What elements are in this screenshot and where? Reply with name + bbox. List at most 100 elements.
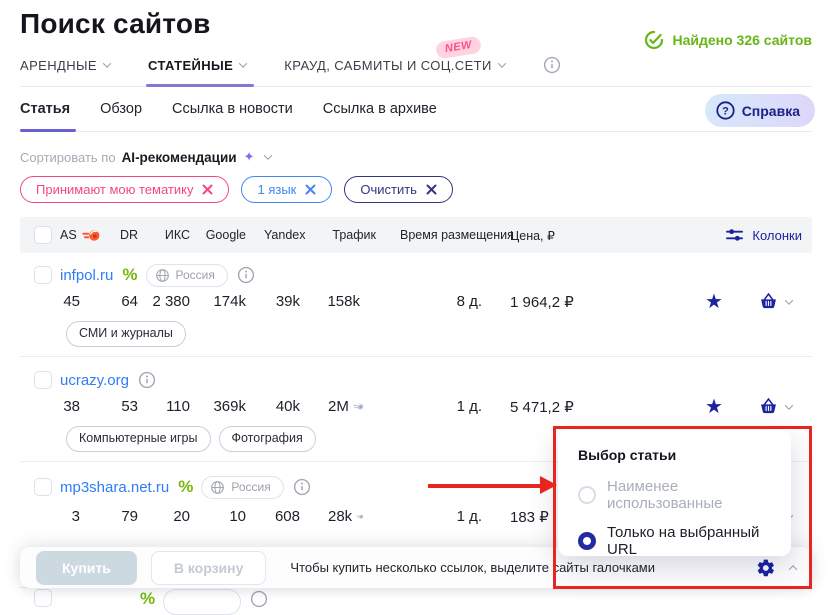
row-checkbox[interactable] — [34, 371, 52, 389]
accepts-topic-icon: % — [122, 265, 137, 285]
bulk-hint-text: Чтобы купить несколько ссылок, выделите … — [290, 560, 655, 575]
buy-button[interactable]: Купить — [36, 551, 137, 585]
annotation-arrow-head — [540, 476, 557, 494]
info-icon[interactable] — [138, 371, 156, 389]
geo-badge: Россия — [146, 264, 228, 287]
placement-time: 1 д. — [400, 398, 510, 415]
tab-kraud[interactable]: КРАУД, САБМИТЫ И СОЦ.СЕТИ NEW — [284, 56, 504, 74]
chevron-up-icon[interactable] — [789, 565, 797, 573]
yandex-value: 608 — [264, 508, 328, 525]
price-value: 5 471,2 ₽ — [510, 398, 606, 416]
globe-icon — [155, 268, 170, 283]
as-value: 38 — [60, 398, 110, 415]
col-dr[interactable]: DR — [110, 228, 152, 242]
add-to-cart-button[interactable] — [738, 291, 812, 312]
favorite-star-button[interactable]: ★ — [690, 397, 738, 417]
subtab-novosti[interactable]: Ссылка в новости — [172, 101, 293, 117]
iks-value: 110 — [152, 398, 204, 415]
tab-arendnye[interactable]: АРЕНДНЫЕ — [20, 56, 110, 74]
info-icon[interactable] — [250, 590, 268, 608]
add-to-cart-bar-button[interactable]: В корзину — [151, 551, 267, 585]
col-price[interactable]: Цена, ₽ — [510, 228, 606, 243]
filter-chip-language[interactable]: 1 язык — [241, 176, 332, 203]
category-tag: Компьютерные игры — [66, 426, 211, 452]
table-header: AS DR ИКС Google Yandex Трафик Время раз… — [20, 217, 812, 253]
svg-text:?: ? — [722, 105, 729, 117]
google-value: 174k — [204, 293, 264, 310]
traffic-value: 158k — [327, 293, 360, 310]
filter-chips: Принимают мою тематику 1 язык Очистить — [20, 176, 812, 203]
semrush-icon — [356, 508, 364, 525]
sub-tabs: Статья Обзор Ссылка в новости Ссылка в а… — [20, 101, 812, 132]
subtab-arhiv[interactable]: Ссылка в архиве — [323, 101, 437, 117]
row-checkbox[interactable] — [34, 478, 52, 496]
google-value: 369k — [204, 398, 264, 415]
as-value: 45 — [60, 293, 110, 310]
col-iks[interactable]: ИКС — [152, 228, 204, 242]
subtab-statya[interactable]: Статья — [20, 101, 70, 117]
favorite-star-button[interactable]: ★ — [690, 292, 738, 312]
site-link[interactable]: mp3shara.net.ru — [60, 479, 169, 496]
price-value: 1 964,2 ₽ — [510, 293, 606, 311]
traffic-value: 28k — [328, 508, 352, 525]
sort-control[interactable]: Сортировать по AI-рекомендации ✦ — [20, 149, 812, 165]
chevron-down-icon — [497, 59, 505, 67]
semrush-icon — [353, 398, 364, 415]
row-checkbox[interactable] — [34, 589, 52, 607]
article-selection-popup: Выбор статьи Наименее использованные Тол… — [558, 430, 791, 556]
subtab-obzor[interactable]: Обзор — [100, 101, 142, 117]
radio-unselected-icon[interactable] — [578, 486, 596, 504]
annotation-arrow — [428, 484, 542, 488]
dr-value: 53 — [110, 398, 152, 415]
globe-icon — [210, 480, 225, 495]
dr-value: 79 — [110, 508, 152, 525]
close-icon[interactable] — [426, 184, 437, 195]
site-link[interactable]: ucrazy.org — [60, 372, 129, 389]
select-all-checkbox[interactable] — [34, 226, 52, 244]
sort-prefix: Сортировать по — [20, 150, 116, 165]
info-icon[interactable] — [293, 478, 311, 496]
col-as[interactable]: AS — [60, 228, 77, 242]
accepts-topic-icon: % — [140, 589, 155, 609]
as-value: 3 — [60, 508, 110, 525]
radio-option-least-used[interactable]: Наименее использованные — [578, 478, 791, 512]
col-traffic[interactable]: Трафик — [328, 228, 400, 242]
table-row: % — [20, 589, 812, 615]
geo-badge: Россия — [201, 476, 283, 499]
clear-filters-chip[interactable]: Очистить — [344, 176, 453, 203]
chevron-down-icon — [103, 59, 111, 67]
help-button[interactable]: ? Справка — [705, 94, 815, 127]
chevron-down-icon — [263, 151, 271, 159]
sliders-icon — [725, 227, 744, 243]
row-checkbox[interactable] — [34, 266, 52, 284]
radio-option-selected-url[interactable]: Только на выбранный URL — [578, 524, 791, 558]
chevron-down-icon — [785, 401, 793, 409]
col-time[interactable]: Время размещения — [400, 228, 510, 242]
sort-value: AI-рекомендации — [122, 150, 237, 165]
iks-value: 2 380 — [152, 293, 204, 310]
col-google[interactable]: Google — [204, 228, 264, 242]
check-circle-icon — [644, 30, 664, 50]
basket-icon — [758, 396, 779, 417]
add-to-cart-button[interactable] — [738, 396, 812, 417]
main-tabs: АРЕНДНЫЕ СТАТЕЙНЫЕ КРАУД, САБМИТЫ И СОЦ.… — [20, 56, 812, 87]
close-icon[interactable] — [305, 184, 316, 195]
question-icon: ? — [716, 101, 735, 120]
site-link[interactable]: infpol.ru — [60, 267, 113, 284]
close-icon[interactable] — [202, 184, 213, 195]
info-icon[interactable] — [543, 56, 561, 74]
traffic-value: 2M — [328, 398, 349, 415]
category-tag: Фотография — [219, 426, 316, 452]
gear-icon[interactable] — [756, 558, 776, 578]
yandex-value: 40k — [264, 398, 328, 415]
placement-time: 1 д. — [400, 508, 510, 525]
tab-stateynye[interactable]: СТАТЕЙНЫЕ — [148, 56, 246, 74]
info-icon[interactable] — [237, 266, 255, 284]
col-yandex[interactable]: Yandex — [264, 228, 328, 242]
radio-selected-icon[interactable] — [578, 532, 596, 550]
dr-value: 64 — [110, 293, 152, 310]
filter-chip-topic[interactable]: Принимают мою тематику — [20, 176, 229, 203]
semrush-icon — [82, 226, 101, 245]
columns-settings-button[interactable]: Колонки — [725, 227, 812, 243]
yandex-value: 39k — [264, 293, 328, 310]
